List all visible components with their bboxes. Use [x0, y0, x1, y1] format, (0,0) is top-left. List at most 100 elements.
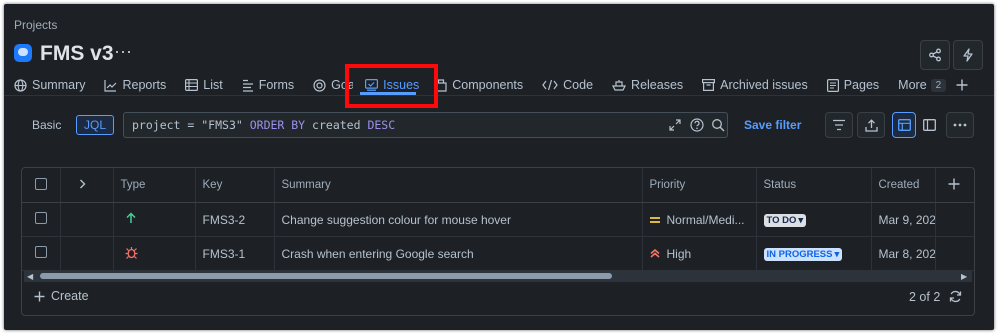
basic-search-toggle[interactable]: Basic	[32, 118, 61, 132]
table-view-icon	[897, 119, 911, 131]
highlight-box	[345, 64, 438, 108]
column-header-key[interactable]: Key	[195, 168, 275, 203]
table-header-row: Type Key Summary Priority Status Created	[22, 168, 974, 203]
scroll-left-icon[interactable]: ◀	[27, 272, 33, 281]
tab-label: List	[203, 78, 223, 92]
page-title: FMS v3	[40, 42, 114, 65]
issues-table: Type Key Summary Priority Status Created	[21, 167, 975, 316]
ship-icon	[612, 80, 627, 91]
table-row[interactable]: FMS3-2 Change suggestion colour for mous…	[22, 202, 974, 237]
tab-pages[interactable]: Pages	[826, 78, 879, 92]
tab-forms[interactable]: Forms	[242, 78, 294, 92]
tab-label: More	[898, 78, 927, 92]
tab-label: Code	[563, 78, 594, 92]
column-header-status[interactable]: Status	[756, 168, 872, 203]
list-view-button[interactable]	[892, 112, 916, 138]
priority-label: High	[666, 246, 692, 261]
tab-label: Archived issues	[720, 78, 808, 92]
lightning-icon	[963, 48, 973, 62]
select-all-checkbox[interactable]	[35, 177, 47, 190]
row-select-cell	[22, 236, 61, 271]
save-filter-button[interactable]: Save filter	[744, 118, 801, 132]
row-select-cell	[22, 202, 61, 237]
priority-label: Normal/Medi...	[666, 212, 745, 227]
share-icon	[929, 48, 941, 62]
upload-icon	[864, 118, 878, 132]
chevron-right-icon[interactable]	[79, 179, 86, 189]
created-date: Mar 9, 2025	[871, 202, 936, 237]
issue-key[interactable]: FMS3-2	[195, 202, 275, 237]
arrow-up-icon	[125, 212, 136, 223]
priority-cell[interactable]: High	[642, 236, 757, 271]
archive-icon	[702, 79, 716, 91]
create-issue-button[interactable]: Create	[34, 289, 89, 303]
select-all-cell	[22, 168, 61, 203]
jql-query-input[interactable]: project = "FMS3" ORDER BY created DESC	[123, 112, 728, 138]
pagination-status: 2 of 2	[909, 290, 940, 304]
list-icon	[185, 79, 199, 91]
column-header-priority[interactable]: Priority	[642, 168, 757, 203]
issue-summary[interactable]: Crash when entering Google search	[274, 236, 643, 271]
project-tabs: Summary Reports List Forms Goals Issues …	[14, 74, 992, 96]
status-cell[interactable]: IN PROGRESS ▾	[756, 236, 872, 271]
tab-archived-issues[interactable]: Archived issues	[702, 78, 808, 92]
priority-cell[interactable]: Normal/Medi...	[642, 202, 757, 237]
scroll-right-icon[interactable]: ▶	[961, 272, 967, 281]
status-cell[interactable]: TO DO ▾	[756, 202, 872, 237]
tab-label: Forms	[258, 78, 295, 92]
detail-view-button[interactable]	[917, 113, 941, 137]
more-horizontal-icon	[953, 123, 967, 127]
horizontal-scrollbar[interactable]: ◀ ▶	[24, 270, 972, 282]
row-checkbox[interactable]	[35, 212, 47, 224]
add-tab-button[interactable]	[956, 79, 973, 91]
tabs-divider	[4, 95, 994, 96]
status-badge[interactable]: TO DO ▾	[763, 213, 807, 227]
forms-icon	[242, 79, 253, 92]
jql-search-toggle[interactable]: JQL	[76, 115, 114, 135]
column-header-created[interactable]: Created	[871, 168, 936, 203]
tab-releases[interactable]: Releases	[612, 78, 683, 92]
created-date: Mar 8, 2025	[871, 236, 936, 271]
column-header-summary[interactable]: Summary	[274, 168, 643, 203]
tab-label: Reports	[122, 78, 167, 92]
expand-icon[interactable]	[669, 119, 681, 131]
refresh-icon[interactable]	[949, 290, 962, 303]
scrollbar-thumb[interactable]	[40, 273, 612, 279]
expand-all-cell	[60, 168, 114, 203]
status-label: IN PROGRESS	[766, 248, 833, 260]
issue-key[interactable]: FMS3-1	[195, 236, 275, 271]
export-button[interactable]	[857, 112, 885, 138]
tab-list[interactable]: List	[185, 78, 223, 92]
issue-summary[interactable]: Change suggestion colour for mouse hover	[274, 202, 643, 237]
bug-icon	[125, 246, 137, 259]
help-icon[interactable]	[690, 118, 704, 132]
share-button[interactable]	[920, 40, 950, 70]
status-badge[interactable]: IN PROGRESS ▾	[763, 247, 843, 261]
row-expand-cell	[60, 202, 114, 237]
filter-button[interactable]	[825, 112, 853, 138]
table-row[interactable]: FMS3-1 Crash when entering Google search…	[22, 236, 974, 271]
plus-icon[interactable]	[948, 178, 960, 190]
tab-reports[interactable]: Reports	[104, 78, 166, 92]
add-column-cell	[935, 168, 974, 203]
tab-more[interactable]: More 2	[898, 78, 947, 92]
column-header-type[interactable]: Type	[113, 168, 196, 203]
row-expand-cell	[60, 236, 114, 271]
goal-icon	[313, 78, 326, 92]
pages-icon	[826, 78, 839, 92]
tab-code[interactable]: Code	[542, 78, 593, 92]
project-more-icon[interactable]: ⋯	[114, 42, 133, 63]
plus-icon	[34, 291, 45, 301]
row-checkbox[interactable]	[35, 246, 47, 258]
chevron-down-icon: ▾	[798, 214, 804, 226]
automation-button[interactable]	[953, 40, 983, 70]
tab-summary[interactable]: Summary	[14, 78, 85, 92]
tab-components[interactable]: Components	[435, 78, 523, 92]
chevron-down-icon: ▾	[834, 248, 840, 260]
search-icon[interactable]	[711, 118, 725, 132]
more-actions-button[interactable]	[946, 112, 974, 138]
breadcrumb[interactable]: Projects	[14, 18, 57, 32]
tab-label: Components	[452, 78, 524, 92]
pager-text: 2 of 2	[909, 290, 941, 304]
globe-icon	[14, 78, 27, 92]
